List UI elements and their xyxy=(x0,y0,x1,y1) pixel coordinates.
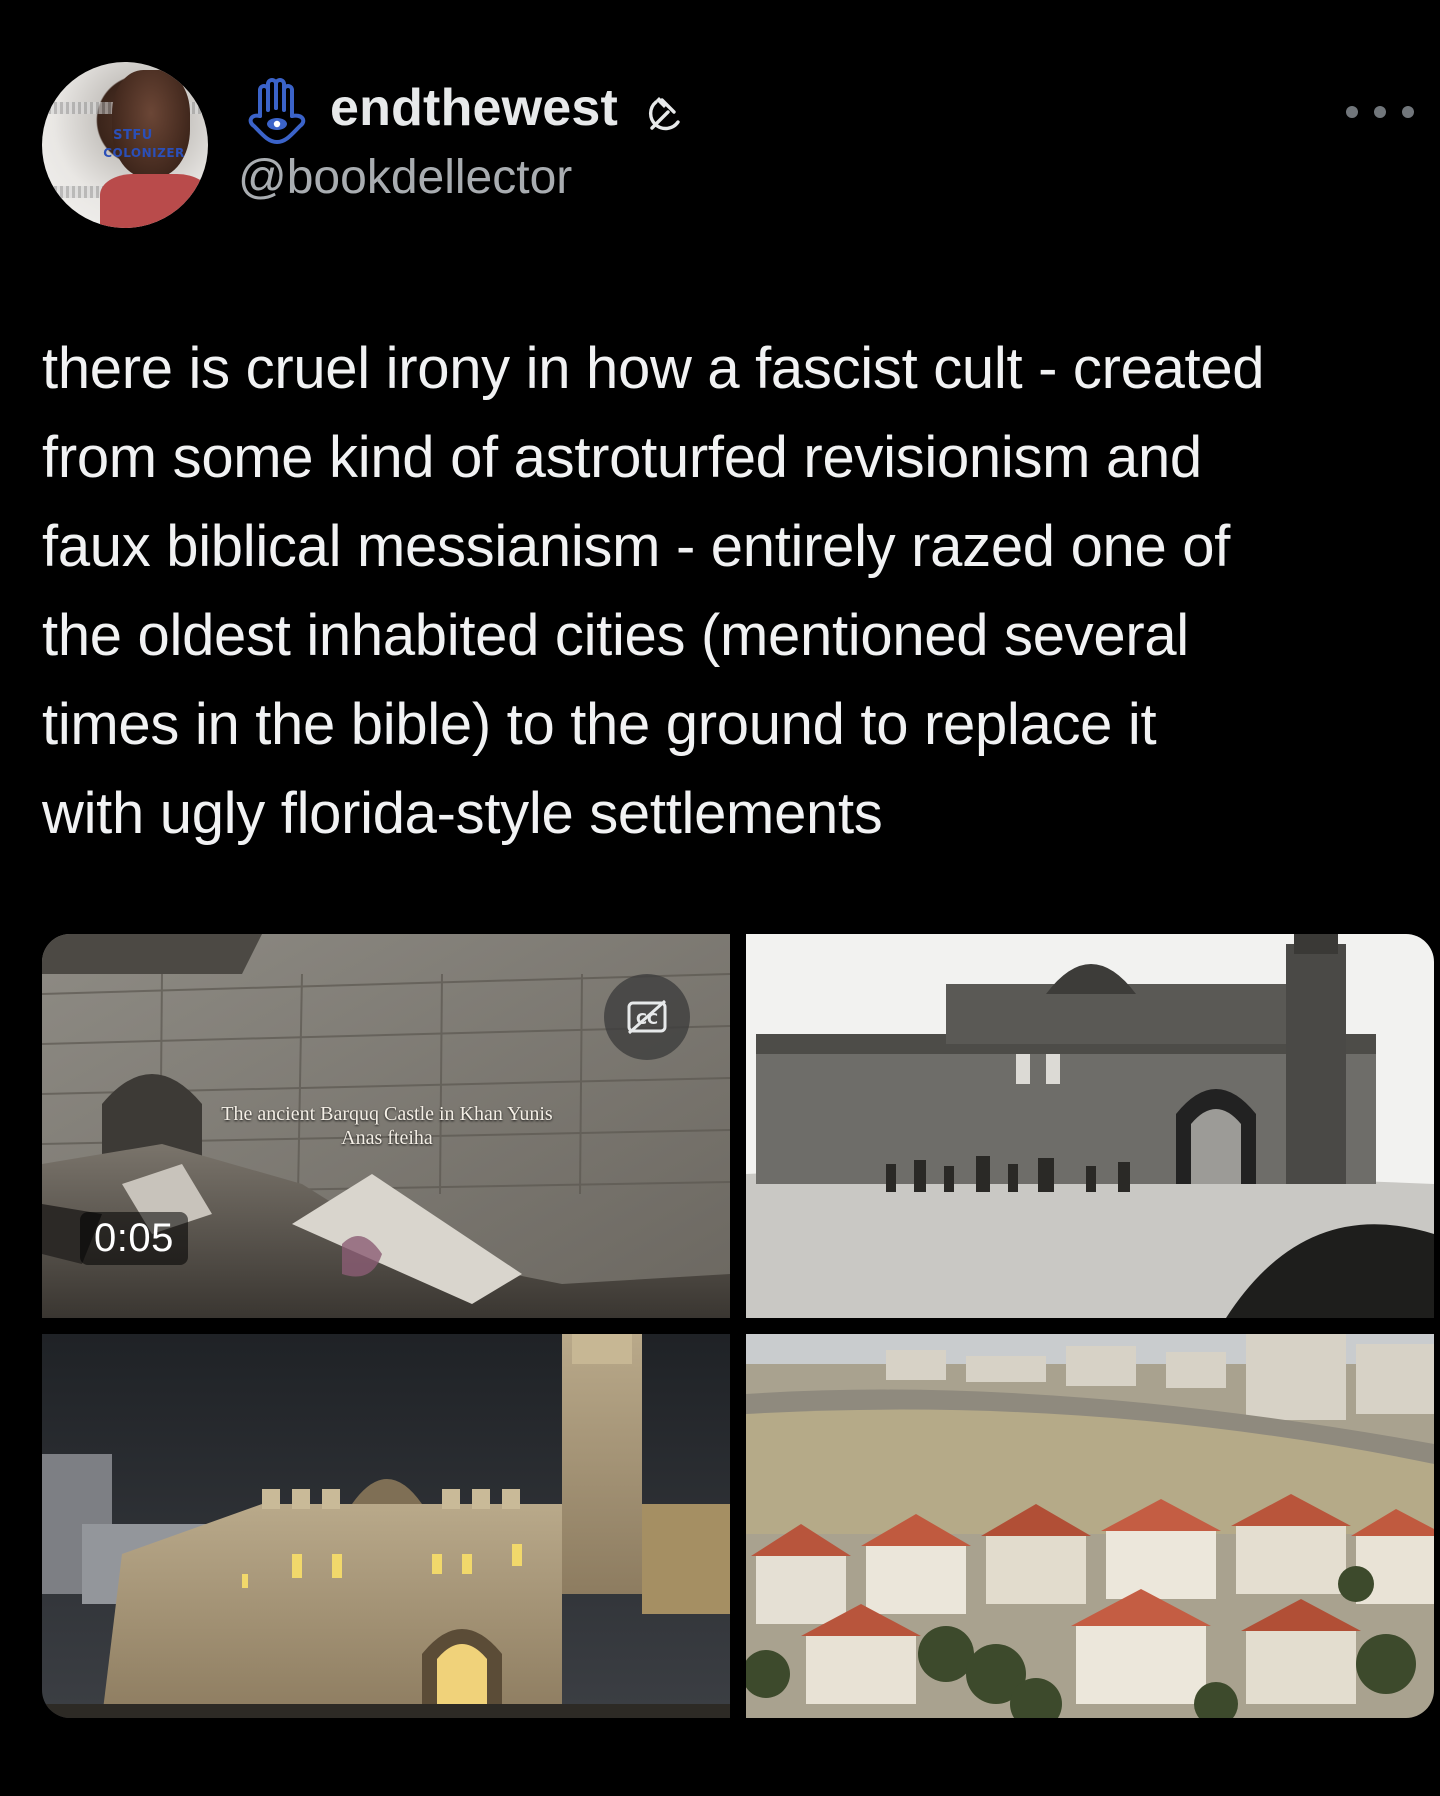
closed-captions-button[interactable]: CC xyxy=(604,974,690,1060)
historic-castle-photo[interactable] xyxy=(746,934,1434,1318)
avatar-shirt xyxy=(100,174,208,228)
video-thumbnail[interactable]: The ancient Barquq Castle in Khan Yunis … xyxy=(42,934,730,1318)
display-name[interactable]: endthewest xyxy=(330,78,618,138)
video-duration: 0:05 xyxy=(80,1212,188,1265)
more-options-icon[interactable] xyxy=(1340,100,1420,124)
media-grid: The ancient Barquq Castle in Khan Yunis … xyxy=(42,934,1434,1718)
closed-captions-icon: CC xyxy=(627,999,667,1035)
video-caption-credit: Anas fteiha xyxy=(341,1127,433,1149)
avatar[interactable]: STFU COLONIZER xyxy=(42,62,208,228)
settlement-image xyxy=(746,1334,1434,1718)
hamsa-icon xyxy=(248,78,306,144)
tweet-text: there is cruel irony in how a fascist cu… xyxy=(42,336,1265,846)
castle-at-night-photo[interactable] xyxy=(42,1334,730,1718)
user-handle[interactable]: @bookdellector xyxy=(238,150,572,205)
hammer-and-sickle-icon xyxy=(648,97,680,131)
avatar-face xyxy=(112,70,190,178)
avatar-stamp-line2: COLONIZER xyxy=(103,146,185,160)
settlement-houses-photo[interactable] xyxy=(746,1334,1434,1718)
historic-castle-image xyxy=(746,934,1434,1318)
video-caption: The ancient Barquq Castle in Khan Yunis … xyxy=(142,1102,632,1150)
castle-night-image xyxy=(42,1334,730,1718)
video-caption-title: The ancient Barquq Castle in Khan Yunis xyxy=(221,1103,553,1125)
avatar-stamp-line1: STFU xyxy=(113,128,153,143)
